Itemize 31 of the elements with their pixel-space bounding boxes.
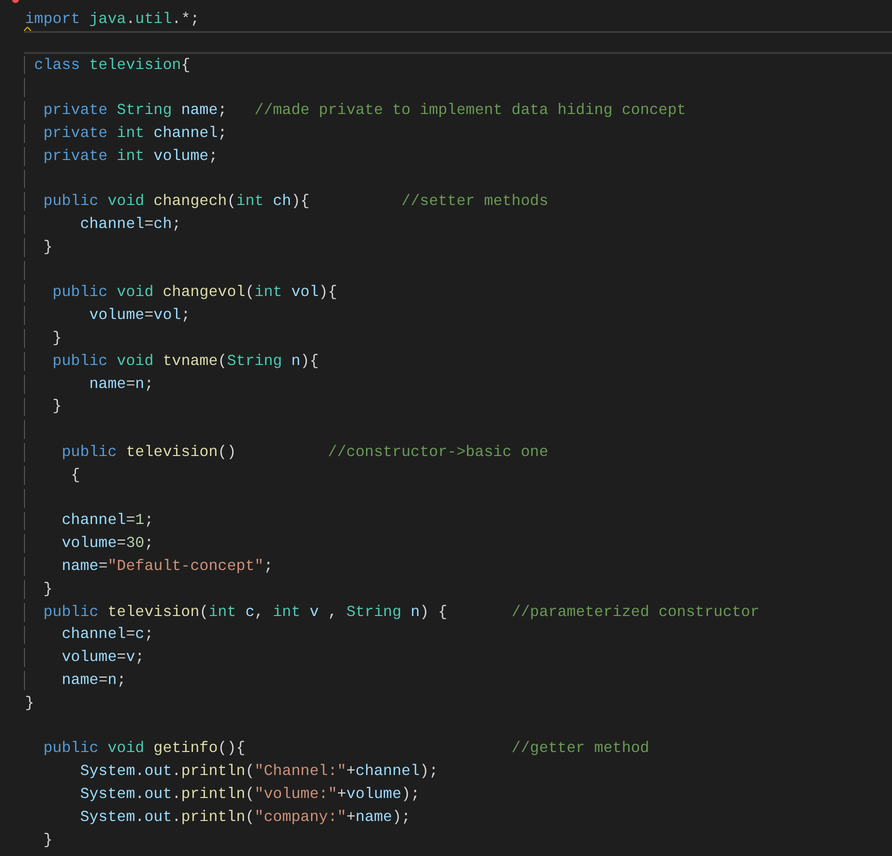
code-line: } bbox=[25, 694, 34, 713]
code-line: public television() //constructor->basic one bbox=[60, 443, 548, 462]
code-line: } bbox=[42, 238, 53, 257]
code-line: public void tvname(String n){ bbox=[52, 352, 319, 371]
code-line: public void changevol(int vol){ bbox=[52, 283, 338, 302]
code-line: public void changech(int ch){ //setter methods bbox=[42, 192, 548, 212]
code-line: System.out.println("Channel:"+channel); bbox=[79, 762, 438, 782]
code-line: } bbox=[42, 580, 53, 599]
code-line: name=n; bbox=[60, 671, 126, 690]
code-line: channel=ch; bbox=[79, 215, 182, 234]
code-line: channel=c; bbox=[60, 625, 154, 644]
code-line: name="Default-concept"; bbox=[60, 557, 273, 576]
code-line: volume=vol; bbox=[88, 306, 190, 326]
code-line: class television{ bbox=[33, 56, 190, 74]
code-line: public void getinfo(){ //getter method bbox=[42, 739, 650, 758]
warning-squiggle-icon bbox=[24, 27, 31, 31]
code-line: System.out.println("company:"+name); bbox=[79, 808, 411, 827]
code-line: channel=1; bbox=[60, 511, 154, 530]
code-line: { bbox=[70, 466, 80, 485]
code-line: private int volume; bbox=[42, 146, 218, 166]
code-line: public television(int c, int v , String n) { //parameterized constructor bbox=[42, 602, 760, 622]
code-line: System.out.println("volume:"+volume); bbox=[79, 785, 420, 804]
code-line: private int channel; bbox=[42, 124, 227, 143]
code-line: } bbox=[52, 397, 62, 416]
code-line: } bbox=[42, 830, 53, 850]
code-line: import java.util.*; bbox=[25, 10, 200, 29]
code-line: name=n; bbox=[88, 374, 154, 394]
code-line: private String name; //made private to implement data hiding concept bbox=[42, 101, 686, 120]
code-line: volume=v; bbox=[60, 648, 144, 668]
code-line: } bbox=[52, 329, 62, 348]
code-line: volume=30; bbox=[60, 534, 154, 554]
